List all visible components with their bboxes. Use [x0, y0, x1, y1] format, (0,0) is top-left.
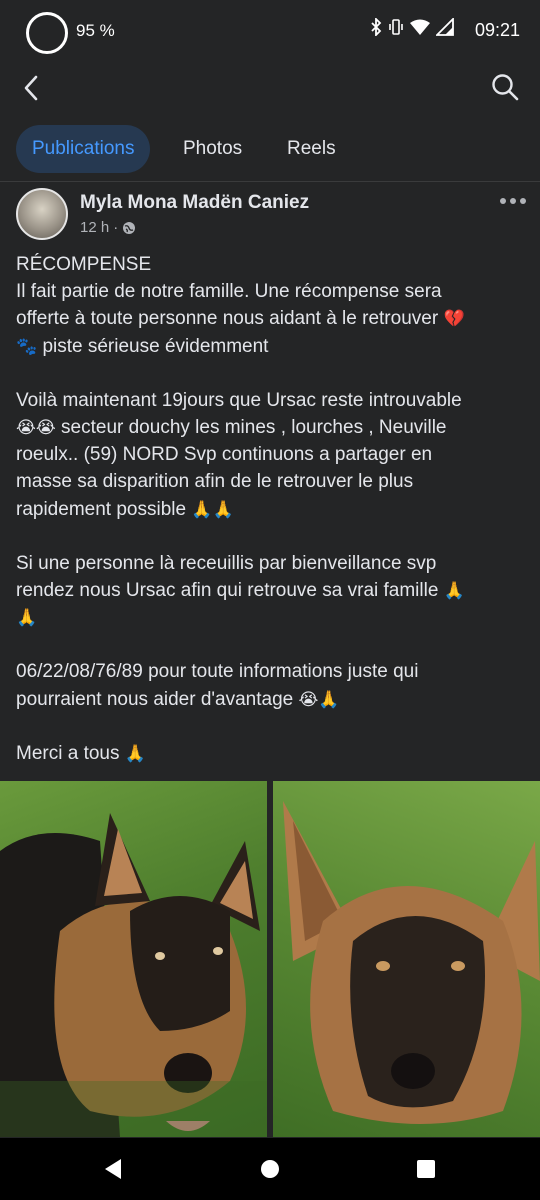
text-line: pourraient nous aider d'avantage 😭🙏	[16, 688, 340, 710]
text-line: Merci a tous 🙏	[16, 742, 146, 764]
post-author[interactable]: Myla Mona Madën Caniez	[80, 192, 309, 214]
post-header: Myla Mona Madën Caniez 12 h ·	[0, 184, 540, 246]
square-recents-icon	[417, 1160, 435, 1178]
battery-percentage: 95 %	[76, 21, 115, 40]
nav-recents-button[interactable]	[409, 1152, 443, 1186]
vibrate-icon	[389, 19, 403, 35]
meta-separator: ·	[113, 219, 119, 236]
dot-icon	[510, 198, 516, 204]
pray-emoji: 🙏	[212, 499, 234, 519]
nav-home-button[interactable]	[253, 1152, 287, 1186]
pray-emoji: 🙏	[443, 581, 465, 601]
german-shepherd-closeup-illustration	[283, 801, 540, 1124]
text-line: RÉCOMPENSE	[16, 254, 152, 275]
tab-publications[interactable]: Publications	[16, 125, 151, 173]
globe-icon	[123, 221, 136, 234]
text-line: roeulx.. (59) NORD Svp continuons a part…	[16, 444, 433, 466]
text-line: rapidement possible 🙏🙏	[16, 498, 234, 520]
paw-emoji: 🐾	[16, 336, 38, 356]
battery-ring-icon	[26, 12, 68, 54]
top-bar	[0, 62, 540, 114]
back-button[interactable]	[18, 72, 46, 104]
post-photos	[0, 781, 540, 1137]
dot-icon	[500, 198, 506, 204]
circle-home-icon	[261, 1160, 279, 1178]
dog-photo-2[interactable]	[273, 781, 540, 1137]
tab-reels[interactable]: Reels	[271, 125, 352, 173]
wifi-icon	[410, 19, 430, 35]
post-text: RÉCOMPENSE Il fait partie de notre famil…	[16, 251, 528, 767]
triangle-back-icon	[105, 1159, 121, 1179]
text-line: rendez nous Ursac afin qui retrouve sa v…	[16, 580, 465, 602]
more-options-button[interactable]	[498, 194, 528, 208]
text-line: Il fait partie de notre famille. Une réc…	[16, 281, 442, 303]
cry-emoji: 😭	[35, 418, 56, 438]
text-line: 🐾 piste sérieuse évidemment	[16, 335, 269, 357]
text-line: masse sa disparition afin de le retrouve…	[16, 471, 414, 493]
nav-back-button[interactable]	[96, 1152, 130, 1186]
pray-emoji: 🙏	[16, 608, 38, 628]
broken-heart-emoji: 💔	[443, 309, 465, 329]
cry-emoji: 😭	[298, 689, 319, 709]
search-icon	[492, 74, 519, 101]
text-line: 🙏	[16, 604, 528, 631]
status-bar: 95 % 09:21	[0, 0, 540, 62]
system-nav-bar	[0, 1138, 540, 1200]
search-button[interactable]	[490, 72, 520, 102]
post-time[interactable]: 12 h	[80, 219, 109, 236]
text-line: 😭😭 secteur douchy les mines , lourches ,…	[16, 417, 447, 439]
dot-icon	[520, 198, 526, 204]
pray-emoji: 🙏	[191, 499, 213, 519]
avatar[interactable]	[16, 188, 68, 240]
dog-photo-1[interactable]	[0, 781, 267, 1137]
status-icons	[370, 18, 454, 36]
post-meta: 12 h ·	[80, 219, 136, 236]
text-line: offerte à toute personne nous aidant à l…	[16, 308, 465, 330]
bluetooth-icon	[371, 18, 382, 36]
tab-photos[interactable]: Photos	[167, 125, 258, 173]
cry-emoji: 😭	[16, 418, 36, 438]
signal-icon	[436, 18, 454, 36]
text-line: 06/22/08/76/89 pour toute informations j…	[16, 661, 419, 683]
chevron-left-icon	[24, 75, 38, 101]
clock: 09:21	[474, 20, 520, 40]
pray-emoji: 🙏	[318, 689, 340, 709]
text-line: Si une personne là receuillis par bienve…	[16, 552, 437, 574]
profile-tabs: Publications Photos Reels	[0, 122, 540, 182]
german-shepherd-illustration	[0, 813, 267, 1137]
pray-emoji: 🙏	[124, 743, 146, 763]
text-line: Voilà maintenant 19jours que Ursac reste…	[16, 389, 462, 411]
